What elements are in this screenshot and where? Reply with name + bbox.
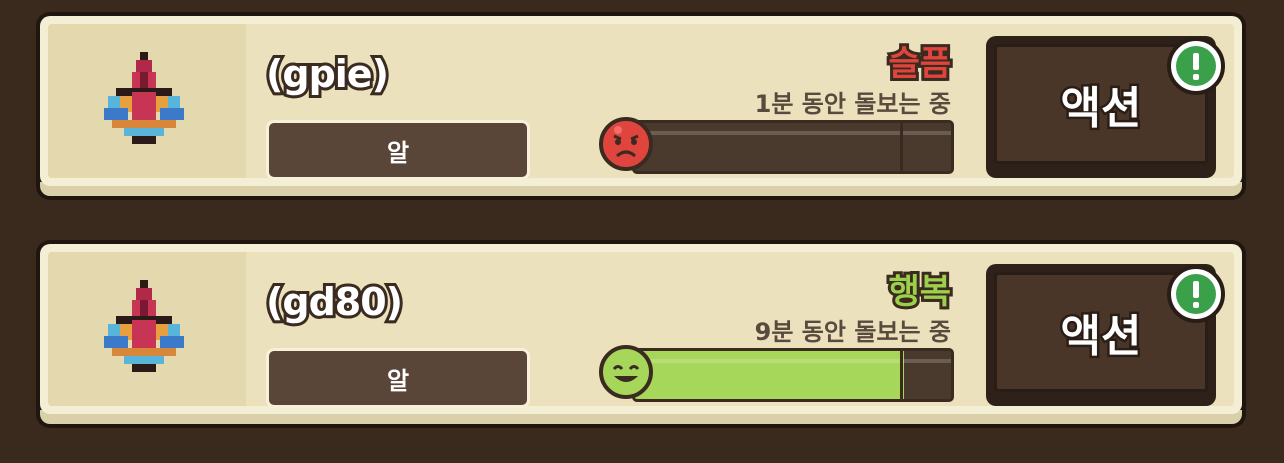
- pet-stage-badge: 알: [266, 348, 530, 408]
- pet-card: (gpie) 알 슬픔 1분 동안 돌보는 중 액션: [36, 12, 1246, 200]
- mood-label: 행복: [885, 269, 954, 315]
- sad-face-icon: [599, 117, 653, 171]
- care-duration: 9분 동안 돌보는 중: [754, 318, 951, 346]
- pet-name: (gd80): [263, 277, 406, 327]
- dragon-egg-icon: [104, 52, 184, 144]
- happy-face-icon: [599, 345, 653, 399]
- pet-card: (gd80) 알 행복 9분 동안 돌보는 중 액션: [36, 240, 1246, 428]
- mood-bar: [632, 348, 954, 402]
- care-duration: 1분 동안 돌보는 중: [754, 90, 951, 118]
- pet-name: (gpie): [263, 49, 392, 99]
- mood-label: 슬픔: [885, 41, 954, 87]
- mood-bar: [632, 120, 954, 174]
- exclamation-icon: [1167, 265, 1225, 323]
- dragon-egg-icon: [104, 280, 184, 372]
- pet-stage-badge: 알: [266, 120, 530, 180]
- exclamation-icon: [1167, 37, 1225, 95]
